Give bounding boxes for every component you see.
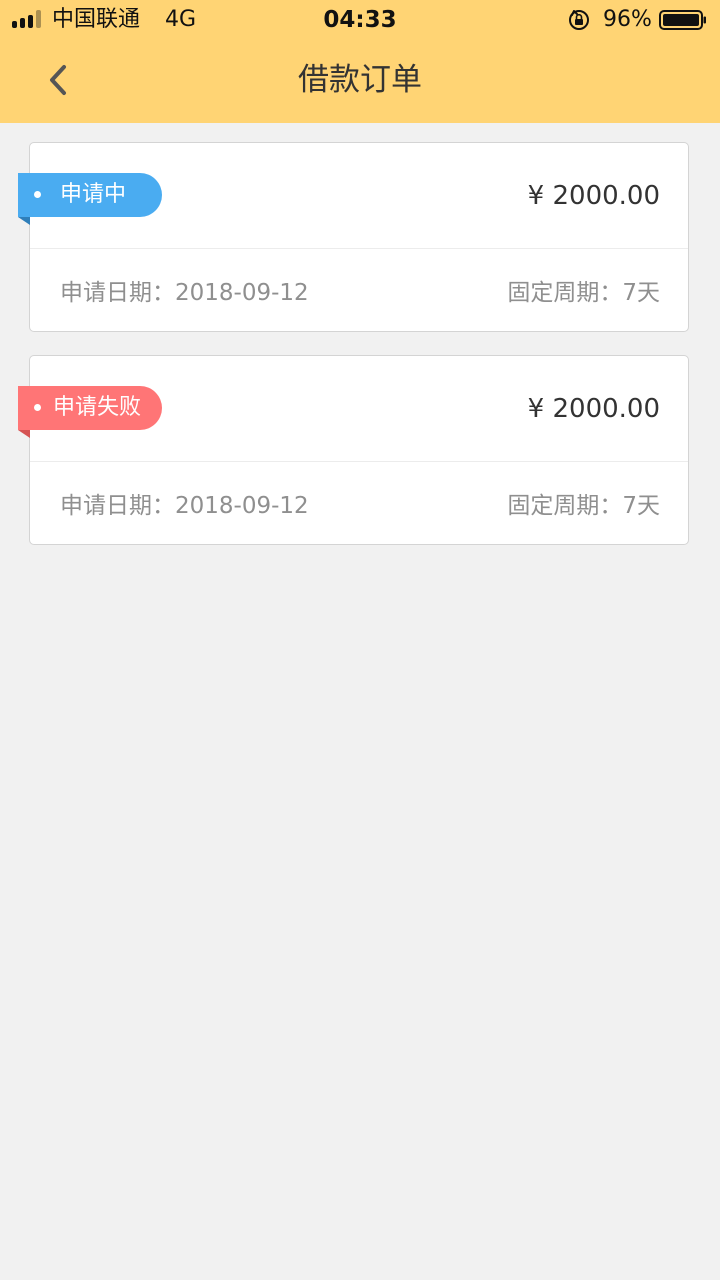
top-bar: 中国联通 4G 04:33 96% 借款订单: [0, 0, 720, 123]
status-dot-icon: [34, 404, 41, 411]
status-label: 申请中: [60, 182, 127, 207]
order-card-applying[interactable]: 申请中 ¥ 2000.00 申请日期：2018-09-12 固定周期：7天: [18, 142, 689, 332]
loan-amount: ¥ 2000.00: [527, 394, 660, 424]
divider: [30, 461, 688, 462]
ribbon-fold-icon: [18, 430, 30, 438]
status-badge: 申请中: [18, 173, 162, 225]
status-dot-icon: [34, 191, 41, 198]
fixed-period: 固定周期：7天: [507, 493, 660, 519]
status-badge: 申请失败: [18, 386, 162, 438]
ribbon-fold-icon: [18, 217, 30, 225]
order-card-failed[interactable]: 申请失败 ¥ 2000.00 申请日期：2018-09-12 固定周期：7天: [18, 355, 689, 545]
battery-percent: 96%: [603, 7, 652, 32]
status-bar: 中国联通 4G 04:33 96%: [0, 0, 720, 40]
application-date: 申请日期：2018-09-12: [60, 493, 309, 519]
navigation-bar: 借款订单: [0, 40, 720, 123]
battery-icon: [659, 10, 706, 30]
status-label: 申请失败: [53, 395, 142, 420]
divider: [30, 248, 688, 249]
orientation-lock-icon: [569, 10, 589, 30]
loan-amount: ¥ 2000.00: [527, 181, 660, 211]
page-title: 借款订单: [298, 62, 422, 98]
application-date: 申请日期：2018-09-12: [60, 280, 309, 306]
fixed-period: 固定周期：7天: [507, 280, 660, 306]
